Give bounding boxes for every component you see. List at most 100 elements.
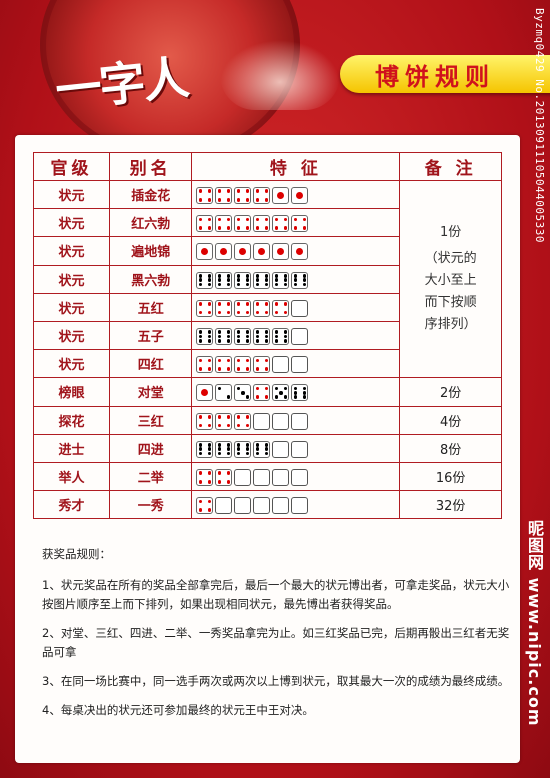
alias-cell: 对堂 xyxy=(108,377,193,407)
die-4-icon xyxy=(215,299,233,317)
note-line: 而下按顺 xyxy=(424,295,477,311)
rank-cell: 秀才 xyxy=(33,490,110,520)
alias-cell: 四红 xyxy=(108,349,193,379)
empty-die-icon xyxy=(234,468,252,486)
empty-die-icon xyxy=(291,440,309,458)
dice-cell xyxy=(191,349,401,379)
die-4-icon xyxy=(215,215,233,233)
alias-cell: 三红 xyxy=(108,405,193,435)
dice-group xyxy=(196,384,309,402)
dice-group xyxy=(196,215,309,233)
die-6-icon xyxy=(272,328,290,346)
rank-cell: 进士 xyxy=(33,433,110,463)
die-6-icon xyxy=(234,328,252,346)
die-6-icon xyxy=(215,440,233,458)
die-4-icon xyxy=(196,497,214,515)
die-4-icon xyxy=(196,299,214,317)
die-4-icon xyxy=(196,215,214,233)
content-panel: 官级 别名 特 征 备 注 状元 插金花 1份 （状元的 大小至上 而下按顺 序排列） 状元红… xyxy=(15,135,520,763)
alias-cell: 五子 xyxy=(108,320,193,351)
dice-group xyxy=(196,440,309,458)
dice-group xyxy=(196,356,309,374)
die-4-icon xyxy=(234,412,252,430)
dice-cell xyxy=(191,208,401,238)
table-row: 举人 二举 16份 xyxy=(33,461,502,492)
rank-cell: 状元 xyxy=(33,292,110,322)
die-6-icon xyxy=(253,440,271,458)
rules-table: 官级 别名 特 征 备 注 状元 插金花 1份 （状元的 大小至上 而下按顺 序排列） 状元红… xyxy=(33,152,502,520)
die-6-icon xyxy=(253,328,271,346)
empty-die-icon xyxy=(234,497,252,515)
die-6-icon xyxy=(215,271,233,289)
rule-item-1: 1、状元奖品在所有的奖品全部拿完后，最后一个最大的状元博出者，可拿走奖品，状元大… xyxy=(42,578,510,611)
die-5-icon xyxy=(272,384,290,402)
empty-die-icon xyxy=(291,299,309,317)
page-title: 博饼规则 xyxy=(375,63,495,91)
alias-cell: 遍地锦 xyxy=(108,236,193,266)
die-4-icon xyxy=(234,187,252,205)
side-watermark-site: 昵图网 www.nipic.com xyxy=(525,520,544,727)
dice-cell xyxy=(191,264,401,294)
cloud-decoration xyxy=(220,40,340,110)
dice-group xyxy=(196,328,309,346)
note-line: 序排列） xyxy=(424,317,477,333)
empty-die-icon xyxy=(272,412,290,430)
die-6-icon xyxy=(196,328,214,346)
note-line: （状元的 xyxy=(424,251,477,267)
die-1-icon xyxy=(234,243,252,261)
empty-die-icon xyxy=(253,497,271,515)
table-row: 探花 三红 4份 xyxy=(33,405,502,435)
die-6-icon xyxy=(196,440,214,458)
die-4-icon xyxy=(196,412,214,430)
note-line: 大小至上 xyxy=(424,273,477,289)
dice-cell xyxy=(191,490,401,520)
die-4-icon xyxy=(196,468,214,486)
die-1-icon xyxy=(196,384,214,402)
empty-die-icon xyxy=(253,412,271,430)
logo-text: 一字人 xyxy=(52,50,190,118)
note-cell: 4份 xyxy=(399,405,502,435)
header-note: 备 注 xyxy=(399,152,502,181)
alias-cell: 红六勃 xyxy=(108,208,193,238)
rank-cell: 状元 xyxy=(33,320,110,351)
die-2-icon xyxy=(215,384,233,402)
empty-die-icon xyxy=(291,412,309,430)
die-4-icon xyxy=(215,412,233,430)
die-6-icon xyxy=(234,271,252,289)
die-6-icon xyxy=(291,271,309,289)
zhuangyuan-note-cell: 1份 （状元的 大小至上 而下按顺 序排列） xyxy=(399,179,502,379)
die-4-icon xyxy=(234,356,252,374)
rank-cell: 探花 xyxy=(33,405,110,435)
table-body: 状元 插金花 1份 （状元的 大小至上 而下按顺 序排列） 状元 红六勃 状元 遍地锦 状元 黑六勃 状元… xyxy=(33,179,502,520)
die-4-icon xyxy=(272,215,290,233)
note-cell: 8份 xyxy=(399,433,502,463)
die-6-icon xyxy=(196,271,214,289)
header-feature: 特 征 xyxy=(191,152,401,181)
die-4-icon xyxy=(215,468,233,486)
empty-die-icon xyxy=(272,440,290,458)
alias-cell: 五红 xyxy=(108,292,193,322)
note-cell: 16份 xyxy=(399,461,502,492)
header-rank: 官级 xyxy=(33,152,110,181)
die-4-icon xyxy=(215,187,233,205)
rule-item-3: 3、在同一场比赛中，同一选手两次或两次以上博到状元，取其最大一次的成绩为最终成绩… xyxy=(42,674,510,688)
rank-cell: 状元 xyxy=(33,179,110,210)
table-row: 进士 四进 8份 xyxy=(33,433,502,463)
table-row: 状元 插金花 1份 （状元的 大小至上 而下按顺 序排列） xyxy=(33,179,502,379)
die-1-icon xyxy=(215,243,233,261)
dice-cell xyxy=(191,405,401,435)
rank-cell: 榜眼 xyxy=(33,377,110,407)
empty-die-icon xyxy=(291,497,309,515)
side-watermark: Byzmq0429 No.20130911105044005330 xyxy=(533,8,546,244)
die-1-icon xyxy=(272,243,290,261)
die-4-icon xyxy=(234,215,252,233)
note-cell: 32份 xyxy=(399,490,502,520)
rank-cell: 状元 xyxy=(33,208,110,238)
empty-die-icon xyxy=(272,356,290,374)
rank-cell: 举人 xyxy=(33,461,110,492)
rank-cell: 状元 xyxy=(33,264,110,294)
die-4-icon xyxy=(253,215,271,233)
die-6-icon xyxy=(291,384,309,402)
dice-group xyxy=(196,497,309,515)
table-row: 秀才 一秀 32份 xyxy=(33,490,502,520)
